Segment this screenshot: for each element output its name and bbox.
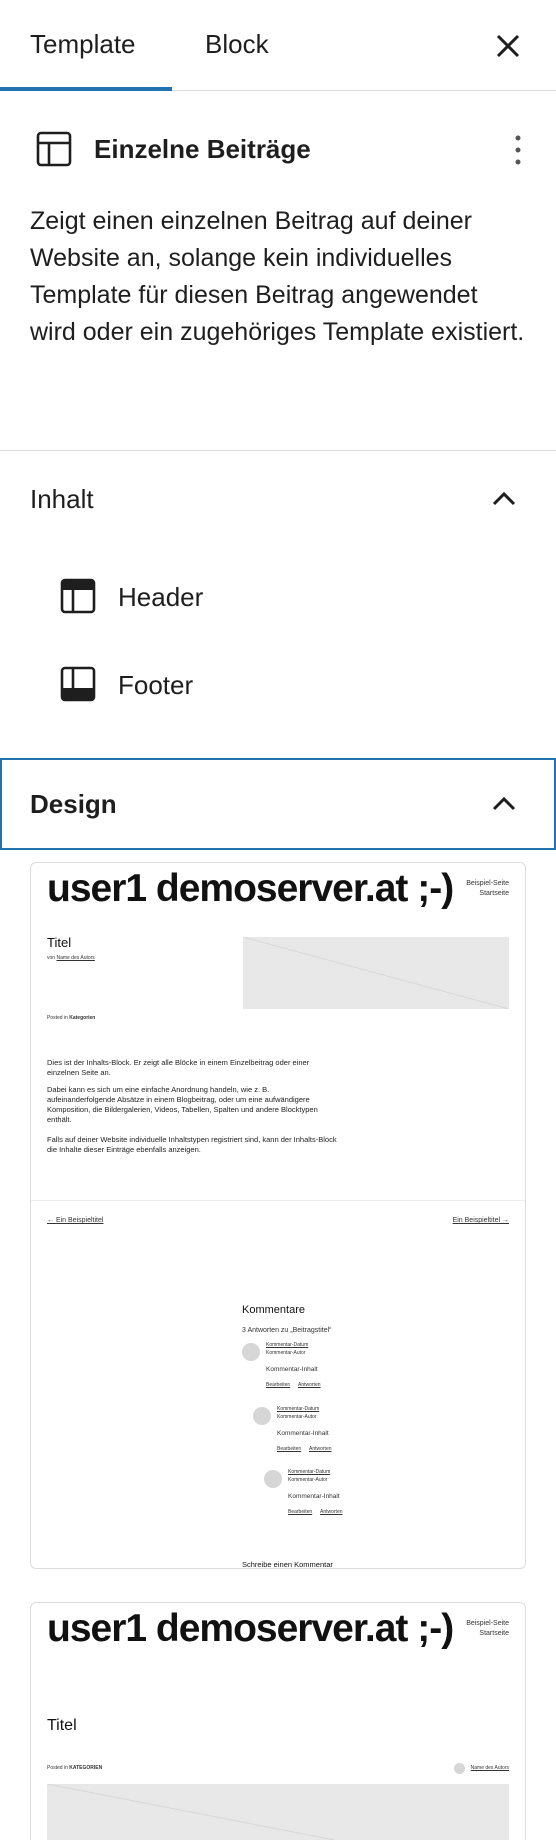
design-panel-toggle[interactable]: Design (0, 758, 556, 850)
preview-write-comment: Schreibe einen Kommentar (242, 1560, 333, 1569)
preview-comment-content: Kommentar-Inhalt (266, 1366, 318, 1373)
template-preview-card[interactable]: user1 demoserver.at ;-) Beispiel-Seite S… (30, 1602, 526, 1840)
preview-posted-in: Posted in (47, 1765, 68, 1771)
preview-categories-label: KATEGORIEN (69, 1765, 103, 1771)
preview-paragraph: Dabei kann es sich um eine einfache Anor… (47, 1085, 318, 1124)
chevron-up-icon (492, 491, 516, 506)
content-panel-label: Inhalt (30, 484, 94, 514)
avatar (253, 1407, 271, 1425)
preview-reply-link: Antworten (309, 1446, 332, 1452)
template-part-header-label: Header (118, 582, 204, 612)
template-part-header[interactable]: Header (0, 557, 556, 637)
preview-categories: Posted in Kategorien (47, 1015, 95, 1021)
preview-comment-author: Kommentar-Autor (288, 1477, 328, 1483)
preview-prev-link: ← Ein Beispieltitel (47, 1217, 104, 1224)
content-panel-toggle[interactable]: Inhalt (0, 453, 556, 545)
preview-reply-link: Antworten (320, 1509, 343, 1515)
preview-featured-image (47, 1784, 509, 1840)
template-description: Zeigt einen einzelnen Beitrag auf deiner… (30, 207, 525, 346)
tab-block[interactable]: Block (205, 0, 269, 91)
preview-nav: Beispiel-Seite Startseite (466, 1619, 509, 1639)
template-actions-button[interactable] (510, 130, 526, 170)
preview-comment-content: Kommentar-Inhalt (288, 1493, 340, 1500)
preview-comments-count: 3 Antworten zu „Beitragstitel“ (242, 1327, 332, 1334)
footer-part-icon (60, 666, 96, 702)
header-part-icon (60, 578, 96, 614)
preview-comment-date: Kommentar-Datum (288, 1469, 331, 1475)
preview-categories-label: Kategorien (69, 1015, 96, 1021)
preview-next-link: Ein Beispieltitel → (452, 1217, 509, 1224)
template-preview-card[interactable]: user1 demoserver.at ;-) Beispiel-Seite S… (30, 862, 526, 1569)
avatar (454, 1763, 465, 1774)
tab-template[interactable]: Template (30, 0, 136, 91)
preview-comment-date: Kommentar-Datum (266, 1342, 309, 1348)
preview-author: Name des Autors (470, 1765, 509, 1771)
preview-paragraph: Dies ist der Inhalts-Block. Er zeigt all… (47, 1058, 310, 1077)
sidebar-tabs: Template Block (0, 0, 556, 91)
preview-nav-item: Beispiel-Seite (466, 1620, 509, 1627)
preview-nav-item: Startseite (479, 890, 509, 897)
preview-separator (31, 1200, 525, 1201)
layout-icon (36, 131, 72, 167)
preview-comment-date: Kommentar-Datum (277, 1406, 320, 1412)
preview-nav-item: Startseite (479, 1630, 509, 1637)
template-header: Einzelne Beiträge (0, 120, 556, 180)
preview-byline-prefix: von (47, 955, 56, 961)
chevron-up-icon (492, 796, 516, 811)
close-icon (496, 34, 520, 58)
preview-categories: Posted in KATEGORIEN (47, 1765, 102, 1771)
preview-posted-in: Posted in (47, 1015, 68, 1021)
preview-comment-author: Kommentar-Autor (266, 1350, 306, 1356)
preview-post-title: Titel (47, 935, 72, 950)
preview-nav: Beispiel-Seite Startseite (466, 879, 509, 899)
preview-site-title: user1 demoserver.at ;-) (47, 867, 454, 910)
design-panel-label: Design (30, 789, 117, 819)
preview-comments-heading: Kommentare (242, 1304, 305, 1316)
preview-site-title: user1 demoserver.at ;-) (47, 1607, 454, 1650)
preview-paragraph: Falls auf deiner Website individuelle In… (47, 1135, 337, 1154)
more-vertical-icon (515, 135, 521, 165)
preview-edit-link: Bearbeiten (277, 1446, 302, 1452)
active-tab-indicator (0, 87, 172, 91)
preview-featured-image (243, 937, 509, 1009)
avatar (264, 1470, 282, 1488)
template-part-footer-label: Footer (118, 670, 194, 700)
preview-comment-author: Kommentar-Autor (277, 1414, 317, 1420)
avatar (242, 1343, 260, 1361)
preview-comment-content: Kommentar-Inhalt (277, 1430, 329, 1437)
template-title: Einzelne Beiträge (94, 134, 311, 164)
preview-edit-link: Bearbeiten (288, 1509, 313, 1515)
close-button[interactable] (488, 26, 528, 66)
preview-reply-link: Antworten (298, 1382, 321, 1388)
preview-edit-link: Bearbeiten (266, 1382, 291, 1388)
preview-post-title: Titel (47, 1717, 77, 1734)
preview-byline-author: Name des Autors (56, 955, 95, 961)
preview-byline: von Name des Autors (47, 955, 95, 961)
preview-nav-item: Beispiel-Seite (466, 880, 509, 887)
divider (0, 450, 556, 451)
template-part-footer[interactable]: Footer (0, 645, 556, 725)
